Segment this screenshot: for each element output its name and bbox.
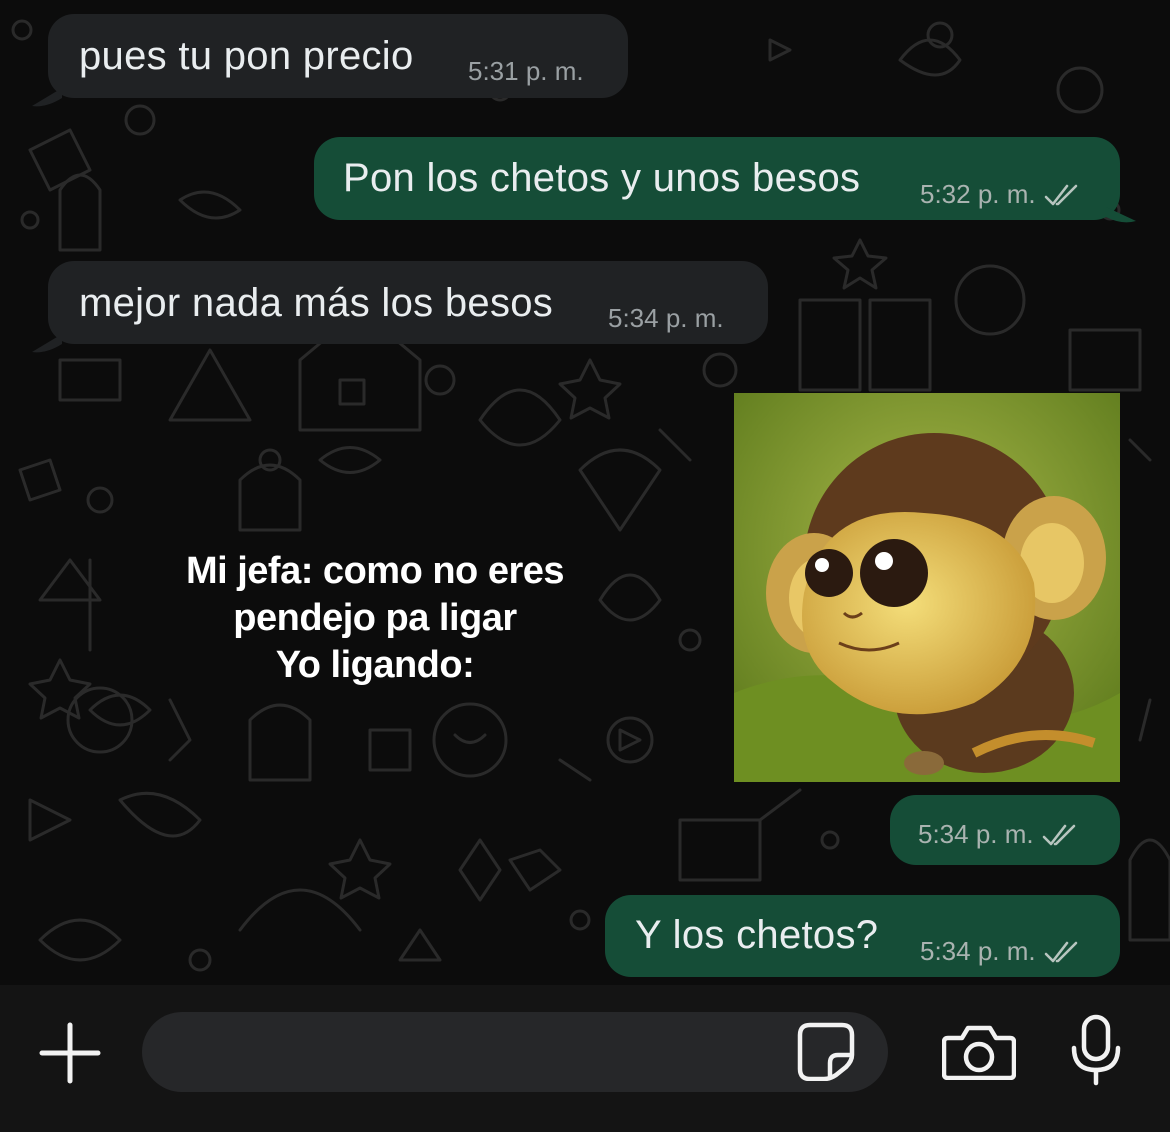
message-text: pues tu pon precio xyxy=(79,34,414,78)
microphone-icon[interactable] xyxy=(1068,1014,1124,1086)
image-meta-bubble[interactable]: 5:34 p. m. xyxy=(890,795,1120,865)
caption-line: Mi jefa: como no eres xyxy=(185,550,565,592)
bubble-tail xyxy=(32,88,62,107)
message-outgoing[interactable]: Y los chetos? 5:34 p. m. xyxy=(605,895,1120,977)
message-incoming[interactable]: mejor nada más los besos 5:34 p. m. xyxy=(32,261,768,353)
image-message[interactable] xyxy=(734,393,1120,782)
meme-caption: Mi jefa: como no eres pendejo pa ligar Y… xyxy=(160,548,590,689)
bubble-tail xyxy=(1106,207,1136,223)
camera-icon[interactable] xyxy=(942,1024,1016,1080)
message-meta: 5:34 p. m. xyxy=(918,819,1080,850)
message-text: mejor nada más los besos xyxy=(79,281,554,325)
double-check-icon xyxy=(1044,184,1077,205)
bubble-tail xyxy=(32,334,62,353)
message-time: 5:34 p. m. xyxy=(608,303,724,333)
chat-background: pues tu pon precio 5:31 p. m. Pon los ch… xyxy=(0,0,1170,985)
message-meta: 5:32 p. m. xyxy=(920,179,1082,210)
message-incoming[interactable]: pues tu pon precio 5:31 p. m. xyxy=(32,14,628,107)
message-meta: 5:34 p. m. xyxy=(920,936,1082,967)
message-outgoing[interactable]: Pon los chetos y unos besos 5:32 p. m. xyxy=(314,137,1136,223)
sticker-icon[interactable] xyxy=(796,1021,856,1081)
message-time: 5:34 p. m. xyxy=(918,819,1034,849)
message-text: Y los chetos? xyxy=(635,913,879,957)
caption-line: pendejo pa ligar xyxy=(233,597,517,639)
double-check-icon xyxy=(1042,824,1075,845)
message-time: 5:31 p. m. xyxy=(468,56,584,86)
message-text: Pon los chetos y unos besos xyxy=(343,156,861,200)
plus-icon[interactable] xyxy=(38,1021,102,1085)
monkey-image xyxy=(734,393,1120,782)
caption-line: Yo ligando: xyxy=(275,644,475,686)
message-input[interactable] xyxy=(142,1012,888,1092)
double-check-icon xyxy=(1044,941,1077,962)
message-time: 5:32 p. m. xyxy=(920,179,1036,209)
message-time: 5:34 p. m. xyxy=(920,936,1036,966)
